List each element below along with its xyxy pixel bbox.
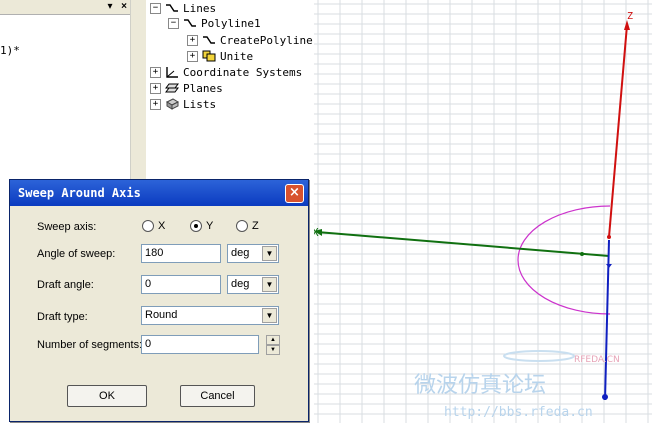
number-of-segments-label: Number of segments: <box>37 339 143 351</box>
tree-item-label: Unite <box>220 49 254 63</box>
viewport-canvas: X Z RFEDA.CN 微波仿真论坛 http://bbs.rfeda.cn <box>312 0 652 423</box>
expand-icon[interactable]: + <box>150 82 161 94</box>
draft-angle-unit-select[interactable]: deg ▼ <box>227 275 279 294</box>
angle-unit-value: deg <box>231 247 250 259</box>
polyline-icon <box>184 19 196 27</box>
expand-icon[interactable]: + <box>187 50 198 62</box>
spin-up-icon[interactable]: ▲ <box>266 335 280 345</box>
radio-label: X <box>158 220 166 232</box>
draft-type-select[interactable]: Round ▼ <box>141 306 279 325</box>
watermark-url: http://bbs.rfeda.cn <box>444 405 593 420</box>
close-icon[interactable]: × <box>118 1 130 12</box>
chevron-down-icon[interactable]: ▼ <box>262 246 277 261</box>
watermark-brand: RFEDA.CN <box>574 355 620 365</box>
tree-item-label: CreatePolyline <box>220 33 313 47</box>
tree-item-label: Planes <box>183 81 223 95</box>
sweep-around-axis-dialog: Sweep Around Axis × Sweep axis: X Y Z An… <box>9 179 309 422</box>
draft-type-value: Round <box>145 309 178 321</box>
tree-item-polyline1[interactable]: − Polyline1 <box>168 15 261 31</box>
radio-label: Y <box>206 220 214 232</box>
line-icon <box>166 4 178 12</box>
dialog-titlebar: Sweep Around Axis × <box>10 180 308 206</box>
radio-z-icon <box>236 220 248 232</box>
script-text: 1)* <box>0 44 20 57</box>
x-axis-point <box>580 252 584 256</box>
z-axis-label: Z <box>627 11 633 22</box>
collapse-icon[interactable]: − <box>150 2 161 14</box>
chevron-down-icon[interactable]: ▼ <box>262 277 277 292</box>
segments-spinner[interactable]: ▲ ▼ <box>266 335 280 356</box>
coordinate-systems-icon <box>166 67 178 78</box>
tree-item-planes[interactable]: + Planes <box>150 80 223 96</box>
3d-viewport[interactable]: X Z RFEDA.CN 微波仿真论坛 http://bbs.rfeda.cn <box>312 0 652 423</box>
draft-angle-unit-value: deg <box>231 278 250 290</box>
z-axis-line <box>608 24 628 238</box>
radio-label: Z <box>252 220 259 232</box>
spin-down-icon[interactable]: ▼ <box>266 345 280 355</box>
tree-item-lists[interactable]: + Lists <box>150 96 216 112</box>
tree-item-label: Lists <box>183 97 217 111</box>
watermark-swoosh <box>503 350 575 362</box>
close-icon[interactable]: × <box>285 184 304 203</box>
sweep-axis-label: Sweep axis: <box>37 221 97 233</box>
tree-item-label: Lines <box>183 1 217 15</box>
tree-item-label: Coordinate Systems <box>183 65 303 79</box>
x-axis-label: X <box>314 226 319 239</box>
radio-axis-x[interactable]: X <box>142 220 165 232</box>
cancel-button[interactable]: Cancel <box>180 385 255 407</box>
y-axis-marker <box>606 264 612 268</box>
y-axis-end <box>602 394 608 400</box>
sweep-arc <box>517 205 611 315</box>
left-panel-titlebar: ▾ × <box>0 0 130 15</box>
expand-icon[interactable]: + <box>150 98 161 110</box>
planes-icon <box>165 83 179 93</box>
lists-icon <box>165 98 179 110</box>
create-polyline-icon <box>203 36 215 44</box>
draft-type-label: Draft type: <box>37 311 88 323</box>
dialog-title: Sweep Around Axis <box>18 186 141 200</box>
origin-point <box>607 235 611 239</box>
radio-axis-z[interactable]: Z <box>236 220 259 232</box>
draft-angle-input[interactable]: 0 <box>141 275 221 294</box>
expand-icon[interactable]: + <box>150 66 161 78</box>
unite-icon <box>202 50 216 62</box>
radio-x-icon <box>142 220 154 232</box>
tree-item-coordinate-systems[interactable]: + Coordinate Systems <box>150 64 302 80</box>
tree-item-createpolyline[interactable]: + CreatePolyline <box>187 32 313 48</box>
watermark-cn: 微波仿真论坛 <box>414 373 546 398</box>
number-of-segments-input[interactable]: 0 <box>141 335 259 354</box>
collapse-icon[interactable]: − <box>168 17 179 29</box>
dropdown-icon[interactable]: ▾ <box>104 1 116 12</box>
angle-of-sweep-label: Angle of sweep: <box>37 248 116 260</box>
radio-y-icon <box>190 220 202 232</box>
tree-item-label: Polyline1 <box>201 16 261 30</box>
radio-axis-y[interactable]: Y <box>190 220 213 232</box>
tree-item-unite[interactable]: + Unite <box>187 48 253 64</box>
draft-angle-label: Draft angle: <box>37 279 94 291</box>
angle-unit-select[interactable]: deg ▼ <box>227 244 279 263</box>
ok-button[interactable]: OK <box>67 385 147 407</box>
tree-item-lines[interactable]: − Lines <box>150 0 216 16</box>
expand-icon[interactable]: + <box>187 34 198 46</box>
chevron-down-icon[interactable]: ▼ <box>262 308 277 323</box>
angle-of-sweep-input[interactable]: 180 <box>141 244 221 263</box>
